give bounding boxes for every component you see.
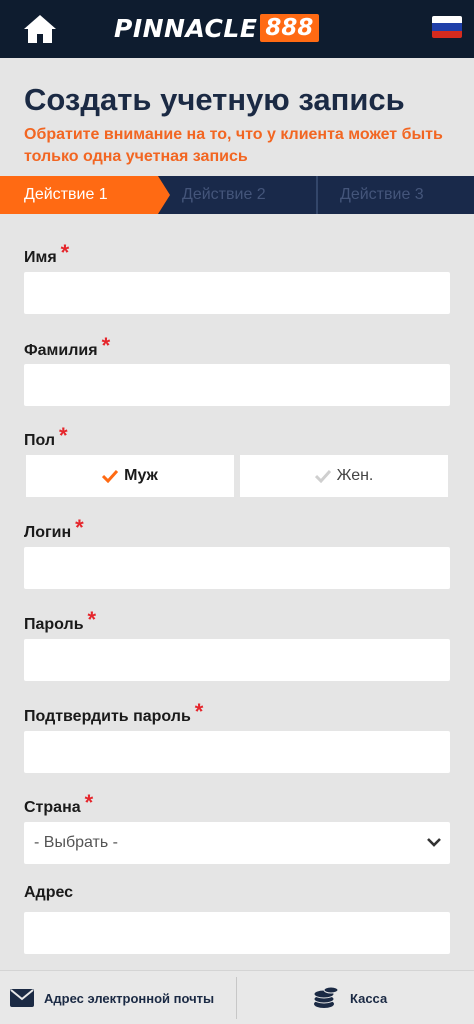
chevron-down-icon xyxy=(427,838,441,847)
required-mark: * xyxy=(84,790,94,815)
step-1: Действие 1 xyxy=(0,176,170,214)
gender-label: Пол * xyxy=(24,423,68,451)
password-input[interactable] xyxy=(24,639,450,681)
last-name-label-text: Фамилия xyxy=(24,342,98,359)
gender-male-button[interactable]: Муж xyxy=(26,455,234,497)
bottom-bar: Адрес электронной почты Касса xyxy=(0,970,474,1024)
email-contact-button[interactable]: Адрес электронной почты xyxy=(10,971,214,1024)
home-icon[interactable] xyxy=(22,13,58,45)
required-mark: * xyxy=(101,333,111,358)
country-select[interactable]: - Выбрать - xyxy=(24,822,450,864)
address-label-text: Адрес xyxy=(24,884,74,901)
first-name-label-text: Имя xyxy=(24,249,57,266)
pinnacle-logo[interactable]: PINNACLE 888 xyxy=(114,12,320,44)
password-label: Пароль * xyxy=(24,607,97,635)
account-notice: Обратите внимание на то, что у клиента м… xyxy=(24,126,443,165)
coins-icon xyxy=(313,986,339,1008)
logo-number: 888 xyxy=(260,14,320,42)
first-name-input[interactable] xyxy=(24,272,450,314)
last-name-input[interactable] xyxy=(24,364,450,406)
country-label: Страна * xyxy=(24,790,94,818)
logo-text: PINNACLE xyxy=(114,13,258,43)
envelope-icon xyxy=(10,989,34,1007)
top-bar: PINNACLE 888 xyxy=(0,0,474,58)
login-label-text: Логин xyxy=(24,524,72,541)
country-label-text: Страна xyxy=(24,799,81,816)
address-input[interactable] xyxy=(24,912,450,954)
email-label: Адрес электронной почты xyxy=(44,990,215,1006)
country-select-value: - Выбрать - xyxy=(34,834,118,851)
confirm-password-input[interactable] xyxy=(24,731,450,773)
confirm-password-label: Подтвердить пароль * xyxy=(24,699,204,727)
russia-flag-icon[interactable] xyxy=(432,16,462,38)
step-divider xyxy=(316,176,318,214)
last-name-label: Фамилия * xyxy=(24,333,111,361)
gender-female-label: Жен. xyxy=(336,467,374,484)
cashier-label: Касса xyxy=(350,990,388,1006)
gender-male-label: Муж xyxy=(124,467,158,484)
step-2: Действие 2 xyxy=(182,186,266,203)
confirm-password-label-text: Подтвердить пароль xyxy=(24,708,191,725)
gender-female-button[interactable]: Жен. xyxy=(240,455,448,497)
address-label: Адрес xyxy=(24,884,73,902)
check-icon xyxy=(102,469,119,483)
login-input[interactable] xyxy=(24,547,450,589)
step-indicator: Действие 1 Действие 2 Действие 3 xyxy=(0,176,474,214)
required-mark: * xyxy=(194,699,204,724)
password-label-text: Пароль xyxy=(24,616,84,633)
login-label: Логин * xyxy=(24,515,84,543)
step-3: Действие 3 xyxy=(340,186,424,203)
required-mark: * xyxy=(60,240,70,265)
bottom-bar-divider xyxy=(236,977,237,1019)
page-title: Создать учетную запись xyxy=(24,82,405,117)
first-name-label: Имя * xyxy=(24,240,70,268)
cashier-button[interactable]: Касса xyxy=(312,971,387,1024)
required-mark: * xyxy=(87,607,97,632)
gender-label-text: Пол xyxy=(24,432,56,449)
required-mark: * xyxy=(75,515,84,540)
required-mark: * xyxy=(59,423,68,448)
check-icon xyxy=(314,469,331,483)
